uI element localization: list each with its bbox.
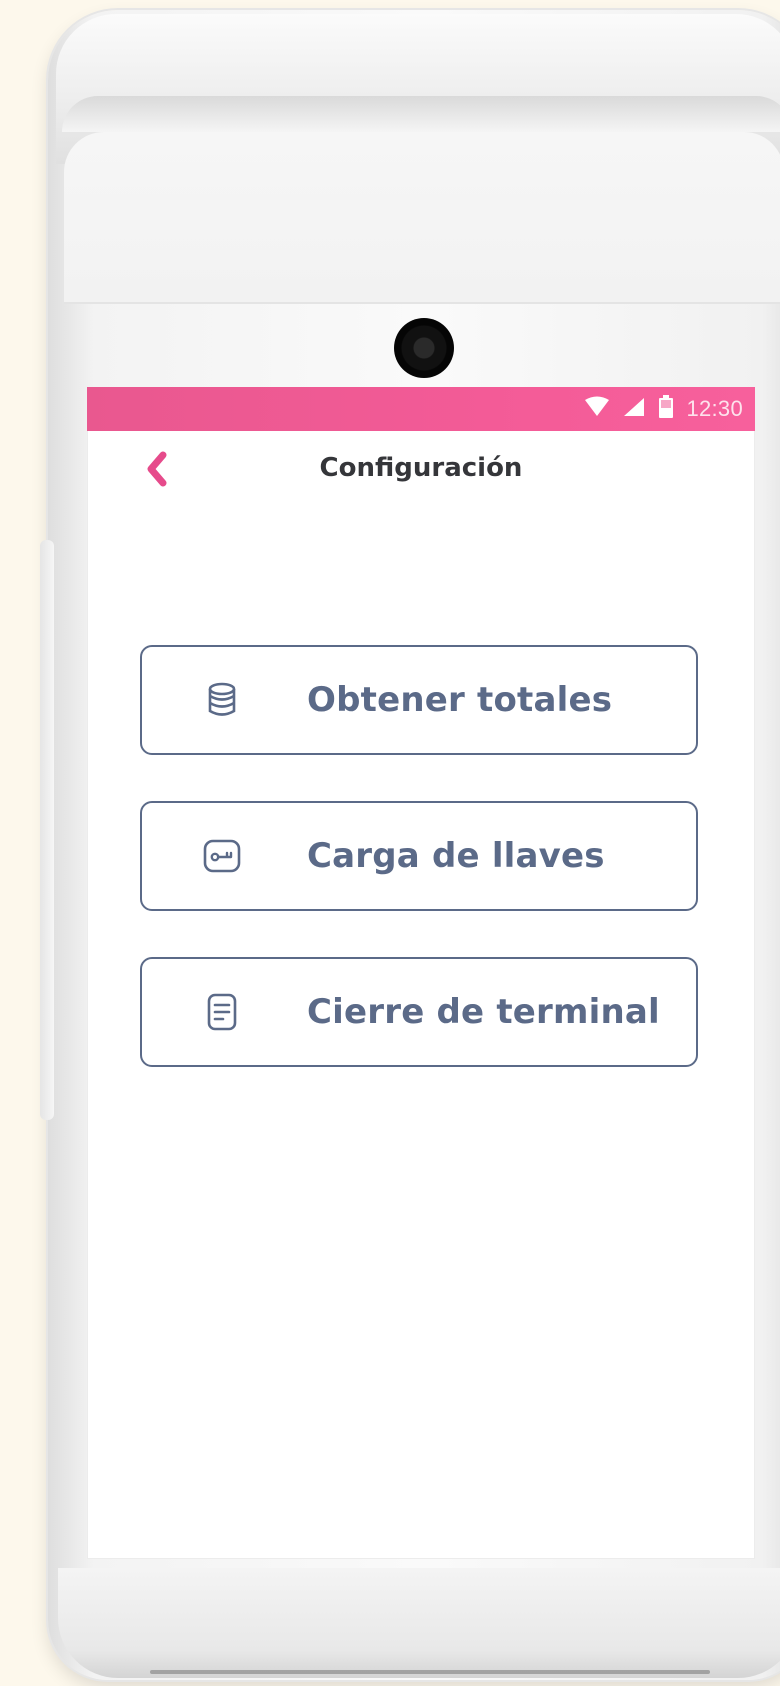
get-totals-button[interactable]: Obtener totales xyxy=(140,645,698,755)
app-header: Configuración xyxy=(87,431,755,513)
device-bottom-seam xyxy=(150,1670,710,1674)
status-bar: 12:30 xyxy=(87,387,755,431)
page-title: Configuración xyxy=(319,453,523,483)
battery-icon xyxy=(658,395,674,423)
close-terminal-button[interactable]: Cierre de terminal xyxy=(140,957,698,1067)
document-icon xyxy=(202,992,242,1032)
camera-lens xyxy=(394,318,454,378)
load-keys-label: Carga de llaves xyxy=(307,836,605,876)
status-time: 12:30 xyxy=(686,396,743,421)
key-icon xyxy=(202,836,242,876)
get-totals-label: Obtener totales xyxy=(307,680,613,720)
database-icon xyxy=(202,680,242,720)
close-terminal-label: Cierre de terminal xyxy=(307,992,660,1032)
load-keys-button[interactable]: Carga de llaves xyxy=(140,801,698,911)
app-screen: 12:30 Configuración Obtener totales Carg… xyxy=(87,387,755,1559)
settings-menu: Obtener totales Carga de llaves Cierre d… xyxy=(140,645,700,1113)
status-icons: 12:30 xyxy=(584,395,743,423)
wifi-icon xyxy=(584,396,610,422)
device-upper-face xyxy=(64,132,780,304)
device-side-button xyxy=(40,540,54,1120)
signal-icon xyxy=(622,396,646,422)
device-ridge xyxy=(62,96,780,132)
device-bottom-frame xyxy=(58,1568,780,1678)
